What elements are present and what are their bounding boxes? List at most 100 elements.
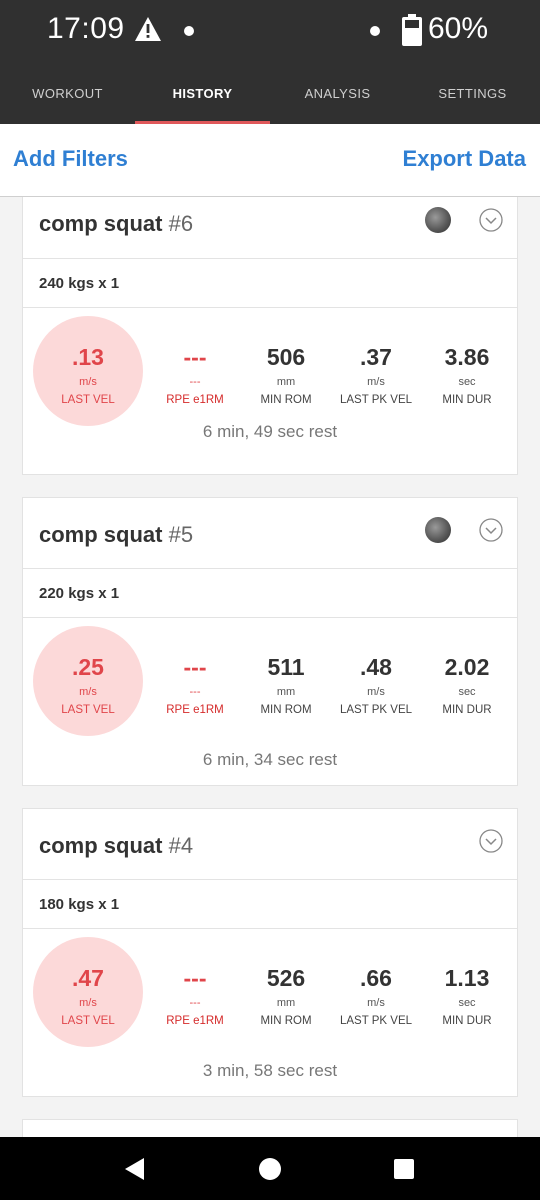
rpe-value: --- — [183, 344, 207, 370]
min-rom-value: 506 — [266, 344, 306, 370]
set-weight-row: 180 kgs x 1 — [23, 880, 517, 929]
last-vel-value: .13 — [72, 344, 104, 370]
set-exercise: comp squat — [39, 211, 163, 236]
min-rom-value: 511 — [267, 654, 305, 680]
last-pk-vel-label: LAST PK VEL — [339, 704, 413, 716]
rest-time: 6 min, 34 sec rest — [202, 750, 338, 769]
set-metrics: .25 m/s LAST VEL --- --- RPE e1RM 511 mm… — [23, 618, 517, 746]
navigation-bar — [0, 1137, 540, 1200]
set-number: #4 — [168, 833, 194, 858]
back-triangle-icon[interactable] — [124, 1157, 146, 1181]
rpe-label: RPE e1RM — [166, 1015, 224, 1027]
min-rom-unit: mm — [276, 997, 296, 1009]
video-thumbnail[interactable] — [425, 517, 451, 543]
tab-bar: WORKOUT HISTORY ANALYSIS SETTINGS — [0, 62, 540, 124]
last-vel-label: LAST VEL — [61, 1015, 115, 1027]
last-pk-vel-label: LAST PK VEL — [339, 394, 413, 406]
tab-history[interactable]: HISTORY — [135, 62, 270, 124]
notification-dot-icon — [184, 26, 194, 36]
last-pk-vel-value: .48 — [360, 654, 392, 680]
min-dur-value: 2.02 — [444, 654, 490, 680]
rest-time: 6 min, 49 sec rest — [202, 422, 338, 441]
last-vel-value: .25 — [72, 654, 104, 680]
set-weight: 180 kgs x 1 — [39, 896, 120, 913]
chevron-down-icon[interactable] — [479, 208, 503, 232]
last-pk-vel-unit: m/s — [367, 376, 385, 388]
action-bar: Add Filters Export Data — [0, 124, 540, 197]
set-title: comp squat #5 — [39, 522, 193, 548]
min-dur-unit: sec — [458, 376, 476, 388]
rpe-label: RPE e1RM — [166, 704, 224, 716]
add-filters-button[interactable]: Add Filters — [13, 146, 128, 172]
last-vel-unit: m/s — [79, 686, 97, 698]
set-number: #6 — [168, 211, 194, 236]
set-card — [22, 1119, 518, 1137]
min-rom-unit: mm — [276, 686, 296, 698]
last-velocity-circle — [33, 316, 143, 426]
set-number: #5 — [168, 522, 194, 547]
chevron-down-icon[interactable] — [479, 518, 503, 542]
last-vel-unit: m/s — [79, 997, 97, 1009]
status-bar: 17:09 60% — [0, 0, 540, 62]
home-circle-icon[interactable] — [258, 1157, 282, 1181]
set-card-header[interactable]: comp squat #4 — [23, 809, 517, 880]
set-card: comp squat #6 240 kgs x 1 .13 m/s LAST V… — [22, 197, 518, 475]
min-dur-value: 1.13 — [444, 965, 490, 991]
last-pk-vel-unit: m/s — [367, 997, 385, 1009]
min-rom-label: MIN ROM — [260, 394, 312, 406]
last-velocity-circle — [33, 626, 143, 736]
set-weight-row: 220 kgs x 1 — [23, 569, 517, 618]
tab-analysis[interactable]: ANALYSIS — [270, 62, 405, 124]
video-thumbnail[interactable] — [425, 207, 451, 233]
min-rom-unit: mm — [276, 376, 296, 388]
set-card-header[interactable]: comp squat #6 — [23, 197, 517, 259]
warning-icon — [135, 17, 161, 41]
last-pk-vel-value: .66 — [360, 965, 392, 991]
min-rom-label: MIN ROM — [260, 1015, 312, 1027]
last-velocity-circle — [33, 937, 143, 1047]
last-pk-vel-unit: m/s — [367, 686, 385, 698]
set-metrics: .13 m/s LAST VEL --- --- RPE e1RM 506 mm… — [23, 308, 517, 436]
export-data-button[interactable]: Export Data — [403, 146, 526, 172]
set-weight: 240 kgs x 1 — [39, 275, 120, 292]
set-card: comp squat #5 220 kgs x 1 .25 m/s LAST V… — [22, 497, 518, 786]
tab-settings[interactable]: SETTINGS — [405, 62, 540, 124]
set-exercise: comp squat — [39, 833, 163, 858]
last-vel-label: LAST VEL — [61, 704, 115, 716]
status-time: 17:09 — [47, 12, 125, 45]
min-dur-label: MIN DUR — [442, 394, 492, 406]
rest-time: 3 min, 58 sec rest — [202, 1061, 338, 1080]
battery-icon — [402, 14, 422, 46]
min-dur-unit: sec — [458, 686, 476, 698]
notification-dot-icon — [370, 26, 380, 36]
set-exercise: comp squat — [39, 522, 163, 547]
rpe-label: RPE e1RM — [166, 394, 224, 406]
set-card: comp squat #4 180 kgs x 1 .47 m/s LAST V… — [22, 808, 518, 1097]
set-card-header[interactable]: comp squat #5 — [23, 498, 517, 569]
rpe-unit: --- — [189, 686, 201, 698]
last-vel-value: .47 — [72, 965, 104, 991]
rpe-unit: --- — [189, 376, 201, 388]
set-metrics: .47 m/s LAST VEL --- --- RPE e1RM 526 mm… — [23, 929, 517, 1057]
set-weight: 220 kgs x 1 — [39, 585, 120, 602]
min-dur-label: MIN DUR — [442, 1015, 492, 1027]
set-title: comp squat #6 — [39, 211, 193, 237]
rpe-value: --- — [183, 965, 207, 991]
set-weight-row: 240 kgs x 1 — [23, 259, 517, 308]
min-rom-value: 526 — [266, 965, 306, 991]
rpe-value: --- — [183, 654, 207, 680]
rpe-unit: --- — [189, 997, 201, 1009]
min-dur-unit: sec — [458, 997, 476, 1009]
last-vel-unit: m/s — [79, 376, 97, 388]
tab-workout[interactable]: WORKOUT — [0, 62, 135, 124]
chevron-down-icon[interactable] — [479, 829, 503, 853]
last-pk-vel-label: LAST PK VEL — [339, 1015, 413, 1027]
recents-square-icon[interactable] — [394, 1159, 414, 1179]
battery-percentage: 60% — [428, 12, 489, 45]
last-pk-vel-value: .37 — [360, 344, 392, 370]
history-list[interactable]: comp squat #6 240 kgs x 1 .13 m/s LAST V… — [0, 197, 540, 1137]
set-title: comp squat #4 — [39, 833, 193, 859]
last-vel-label: LAST VEL — [61, 394, 115, 406]
min-dur-label: MIN DUR — [442, 704, 492, 716]
min-rom-label: MIN ROM — [260, 704, 312, 716]
